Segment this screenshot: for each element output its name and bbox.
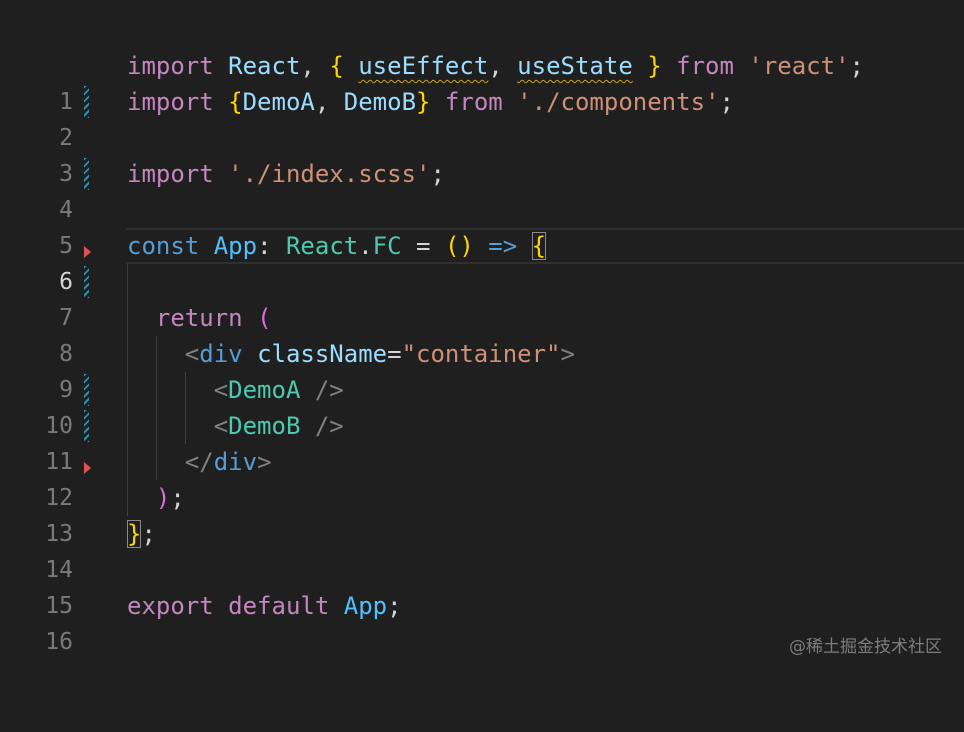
modified-line-marker[interactable] xyxy=(84,158,89,190)
code-text: import './index.scss'; xyxy=(127,160,445,188)
code-line-current[interactable]: 6 const App: React.FC = () => { xyxy=(0,228,964,295)
code-line[interactable]: 2 import {DemoA, DemoB} from './componen… xyxy=(0,84,964,151)
code-text: </div> xyxy=(184,448,272,476)
code-line[interactable]: 15 xyxy=(0,552,964,619)
code-line[interactable]: 11 <DemoB /> xyxy=(0,408,964,475)
line-number: 16 xyxy=(45,629,73,655)
code-line[interactable]: 12 </div> xyxy=(0,444,964,511)
code-line[interactable]: 10 <DemoA /> xyxy=(0,372,964,439)
code-text: return ( xyxy=(155,304,272,332)
code-line[interactable]: 5 xyxy=(0,192,964,259)
code-text: <DemoA /> xyxy=(213,376,344,404)
code-line[interactable]: 3 xyxy=(0,120,964,187)
code-text: <DemoB /> xyxy=(213,412,344,440)
matched-bracket: { xyxy=(531,232,547,260)
code-line[interactable]: 16 export default App; xyxy=(0,588,964,655)
modified-line-marker[interactable] xyxy=(84,86,89,118)
code-text: import {DemoA, DemoB} from './components… xyxy=(127,88,734,116)
code-text: }; xyxy=(127,520,156,548)
code-line[interactable]: 7 xyxy=(0,264,964,331)
code-text: ); xyxy=(155,484,185,512)
modified-line-marker[interactable] xyxy=(84,374,89,406)
code-line[interactable]: 4 import './index.scss'; xyxy=(0,156,964,223)
code-line[interactable]: 14 }; xyxy=(0,516,964,583)
matched-bracket: } xyxy=(127,520,142,548)
modified-line-marker[interactable] xyxy=(84,266,89,298)
code-text: <div className="container"> xyxy=(184,340,575,368)
code-line[interactable]: 9 <div className="container"> xyxy=(0,336,964,403)
code-line[interactable]: 13 ); xyxy=(0,480,964,547)
modified-line-marker[interactable] xyxy=(84,410,89,442)
code-line[interactable]: 1 import React, { useEffect, useState } … xyxy=(0,48,964,115)
code-text: import React, { useEffect, useState } fr… xyxy=(127,52,864,80)
deleted-line-marker[interactable] xyxy=(84,462,91,474)
code-editor[interactable]: 1 import React, { useEffect, useState } … xyxy=(0,0,964,676)
code-text: const App: React.FC = () => { xyxy=(127,232,547,260)
deleted-line-marker[interactable] xyxy=(84,246,91,258)
code-text: export default App; xyxy=(127,592,402,620)
watermark: @稀土掘金技术社区 xyxy=(789,637,942,657)
code-line[interactable]: 8 return ( xyxy=(0,300,964,367)
